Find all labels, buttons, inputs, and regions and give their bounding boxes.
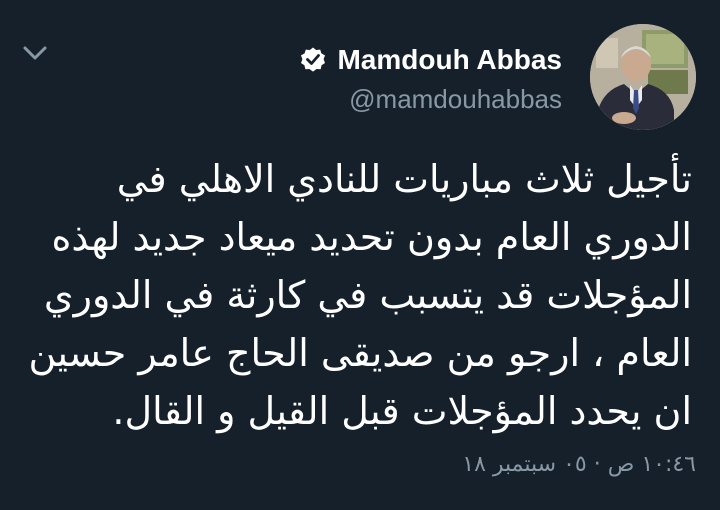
tweet-timestamp[interactable]: ١٠:٤٦ ص · ٠٥ سبتمبر ١٨	[462, 452, 696, 477]
avatar[interactable]	[590, 24, 696, 130]
tweet-text-line: ان يحدد المؤجلات قبل القيل و القال.	[112, 389, 692, 433]
tweet-text-line: المؤجلات قد يتسبب في كارثة في الدوري	[43, 273, 692, 317]
tweet-card: Mamdouh Abbas @mamdouhabbas تأجيل ثلاث م…	[0, 0, 720, 510]
author-display-name[interactable]: Mamdouh Abbas	[337, 44, 562, 76]
tweet-text-line: تأجيل ثلاث مباريات للنادي الاهلي في	[116, 157, 692, 201]
verified-badge-icon	[299, 46, 327, 74]
author-handle[interactable]: @mamdouhabbas	[349, 84, 562, 115]
chevron-down-icon[interactable]	[20, 38, 50, 68]
tweet-text-line: الدوري العام بدون تحديد ميعاد جديد لهذه	[51, 215, 693, 259]
tweet-text-line: العام ، ارجو من صديقى الحاج عامر حسين	[28, 331, 692, 375]
author-name-row[interactable]: Mamdouh Abbas	[299, 40, 562, 80]
tweet-text: تأجيل ثلاث مباريات للنادي الاهلي في الدو…	[28, 150, 693, 440]
